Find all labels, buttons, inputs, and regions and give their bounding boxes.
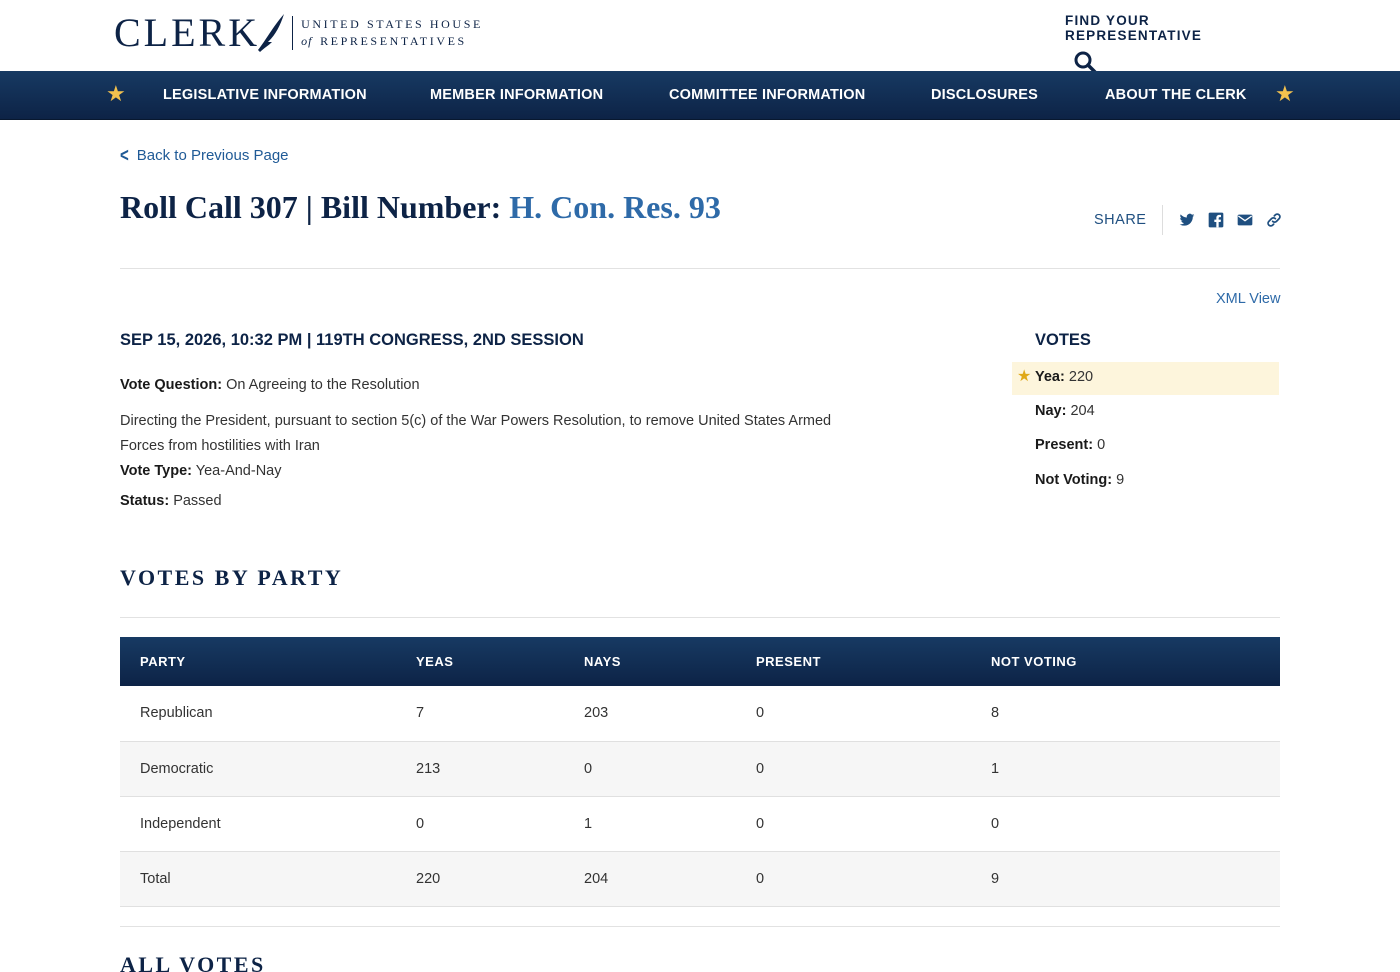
logo-wordmark: CLERK — [114, 10, 261, 55]
nav-about-the-clerk[interactable]: ABOUT THE CLERK — [1105, 87, 1247, 103]
quill-icon — [258, 14, 285, 52]
title-prefix: Roll Call 307 | Bill Number: — [120, 189, 510, 225]
table-row: Republican 7 203 0 8 — [120, 686, 1280, 742]
vote-description: Directing the President, pursuant to sec… — [120, 413, 832, 454]
table-cell: 0 — [991, 796, 1280, 852]
column-header[interactable]: PRESENT — [756, 637, 991, 686]
vote-total-value: 204 — [1070, 403, 1095, 419]
table-cell: 0 — [756, 741, 991, 797]
vote-question-value: On Agreeing to the Resolution — [226, 377, 420, 393]
back-link[interactable]: < Back to Previous Page — [120, 144, 289, 167]
vote-total-value: 220 — [1068, 369, 1094, 385]
vote-total-label: Yea: — [1035, 369, 1065, 385]
vote-total-nay: Nay: 204 — [1012, 396, 1279, 429]
divider — [120, 926, 1280, 927]
column-header[interactable]: PARTY — [120, 637, 416, 686]
vote-total-label: Not Voting: — [1035, 472, 1113, 488]
site-header: CLERK UNITED STATES HOUSE of REPRESENTAT… — [0, 0, 1400, 75]
vote-status: Status: Passed — [120, 489, 222, 514]
table-cell: 1 — [991, 741, 1280, 797]
vote-total-not-voting: Not Voting: 9 — [1012, 465, 1279, 498]
xml-view-link[interactable]: XML View — [1216, 291, 1280, 307]
email-icon[interactable] — [1237, 212, 1253, 228]
back-link-label: Back to Previous Page — [136, 147, 289, 164]
table-cell: Democratic — [120, 741, 416, 797]
table-cell: 9 — [991, 851, 1280, 907]
chevron-left-icon: < — [120, 144, 129, 167]
status-label: Status: — [120, 493, 170, 509]
find-representative: FIND YOUR REPRESENTATIVE — [1065, 13, 1280, 75]
main-nav: ★ LEGISLATIVE INFORMATION MEMBER INFORMA… — [0, 71, 1400, 120]
nav-committee-information[interactable]: COMMITTEE INFORMATION — [669, 87, 865, 103]
nav-legislative-information[interactable]: LEGISLATIVE INFORMATION — [163, 87, 367, 103]
table-cell: 0 — [756, 851, 991, 907]
column-header[interactable]: YEAS — [416, 637, 584, 686]
clerk-logo[interactable]: CLERK UNITED STATES HOUSE of REPRESENTAT… — [114, 12, 483, 54]
column-header[interactable]: NAYS — [584, 637, 756, 686]
logo-line-1: UNITED STATES HOUSE — [301, 17, 483, 31]
vote-total-value: 9 — [1116, 472, 1125, 488]
vote-type-value: Yea-And-Nay — [195, 463, 282, 479]
table-cell: 0 — [584, 741, 756, 797]
table-cell: 7 — [416, 686, 584, 742]
section-title-votes-by-party: VOTES BY PARTY — [120, 565, 344, 590]
table-cell: Independent — [120, 796, 416, 852]
table-cell: 8 — [991, 686, 1280, 742]
table-cell: 203 — [584, 686, 756, 742]
share-divider — [1162, 205, 1164, 235]
votes-heading: VOTES — [1035, 331, 1091, 349]
logo-divider — [292, 16, 294, 50]
table-row: Independent 0 1 0 0 — [120, 796, 1280, 852]
vote-question-label: Vote Question: — [120, 377, 223, 393]
star-icon: ★ — [1275, 81, 1295, 106]
facebook-icon[interactable] — [1208, 212, 1224, 228]
page-title: Roll Call 307 | Bill Number: H. Con. Res… — [120, 189, 721, 226]
vote-date-session: SEP 15, 2026, 10:32 PM | 119TH CONGRESS,… — [120, 331, 584, 349]
nav-member-information[interactable]: MEMBER INFORMATION — [430, 87, 603, 103]
vote-total-label: Present: — [1035, 437, 1094, 453]
table-cell: Republican — [120, 686, 416, 742]
table-cell: 0 — [756, 686, 991, 742]
table-cell: 220 — [416, 851, 584, 907]
logo-of: of — [301, 34, 313, 48]
divider — [120, 268, 1280, 269]
logo-line-2: of REPRESENTATIVES — [301, 33, 483, 50]
bill-number-link[interactable]: H. Con. Res. 93 — [509, 189, 721, 225]
status-value: Passed — [173, 493, 222, 509]
table-cell: Total — [120, 851, 416, 907]
vote-total-value: 0 — [1097, 437, 1106, 453]
section-title-all-votes: ALL VOTES — [120, 952, 266, 972]
logo-line-2-text: REPRESENTATIVES — [320, 34, 467, 48]
find-rep-label: FIND YOUR REPRESENTATIVE — [1065, 13, 1203, 43]
vote-type: Vote Type: Yea-And-Nay — [120, 459, 281, 484]
share-label: SHARE — [1094, 212, 1147, 228]
table-row: Democratic 213 0 0 1 — [120, 741, 1280, 797]
table-cell: 1 — [584, 796, 756, 852]
vote-total-present: Present: 0 — [1012, 430, 1279, 463]
table-header-row: PARTY YEAS NAYS PRESENT NOT VOTING — [120, 637, 1280, 686]
table-cell: 213 — [416, 741, 584, 797]
column-header[interactable]: NOT VOTING — [991, 637, 1280, 686]
star-icon: ★ — [1017, 368, 1032, 385]
divider — [120, 617, 1280, 618]
nav-disclosures[interactable]: DISCLOSURES — [931, 87, 1038, 103]
vote-question: Vote Question: On Agreeing to the Resolu… — [120, 373, 420, 398]
twitter-icon[interactable] — [1179, 212, 1195, 228]
share-bar: SHARE — [1094, 205, 1295, 235]
vote-total-yea: ★ Yea: 220 — [1012, 362, 1279, 395]
star-icon: ★ — [106, 81, 126, 106]
votes-by-party-table: PARTY YEAS NAYS PRESENT NOT VOTING Repub… — [120, 637, 1280, 907]
link-icon[interactable] — [1266, 212, 1282, 228]
vote-total-label: Nay: — [1035, 403, 1067, 419]
table-cell: 204 — [584, 851, 756, 907]
vote-type-label: Vote Type: — [120, 463, 192, 479]
table-row: Total 220 204 0 9 — [120, 851, 1280, 907]
table-cell: 0 — [416, 796, 584, 852]
logo-subtitle: UNITED STATES HOUSE of REPRESENTATIVES — [301, 16, 483, 50]
table-cell: 0 — [756, 796, 991, 852]
